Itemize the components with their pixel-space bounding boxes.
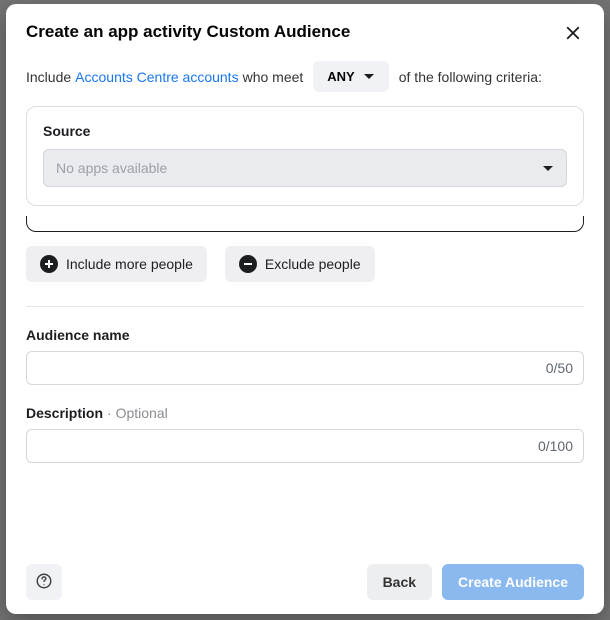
- audience-name-label: Audience name: [26, 327, 584, 343]
- section-divider: [26, 306, 584, 307]
- create-audience-button[interactable]: Create Audience: [442, 564, 584, 600]
- criteria-mode-label: ANY: [327, 69, 354, 84]
- footer-actions: Back Create Audience: [367, 564, 584, 600]
- plus-icon: [40, 255, 58, 273]
- include-criteria-line: Include Accounts Centre accounts who mee…: [26, 61, 584, 92]
- criteria-group-bottom: [26, 216, 584, 232]
- audience-name-label-text: Audience name: [26, 327, 129, 343]
- exclude-label: Exclude people: [265, 256, 361, 272]
- audience-name-input[interactable]: 0/50: [26, 351, 584, 385]
- description-label-text: Description: [26, 405, 103, 421]
- include-more-label: Include more people: [66, 256, 193, 272]
- description-label: Description · Optional: [26, 405, 584, 421]
- include-suffix: of the following criteria:: [399, 69, 542, 85]
- audience-name-block: Audience name 0/50: [26, 327, 584, 385]
- close-button[interactable]: [562, 22, 584, 47]
- chevron-down-icon: [542, 160, 554, 176]
- people-action-row: Include more people Exclude people: [26, 246, 584, 282]
- source-placeholder: No apps available: [56, 160, 167, 176]
- help-icon: [35, 572, 53, 593]
- modal-footer: Back Create Audience: [26, 554, 584, 600]
- source-label: Source: [43, 123, 567, 139]
- source-card: Source No apps available: [26, 106, 584, 206]
- description-input[interactable]: 0/100: [26, 429, 584, 463]
- description-block: Description · Optional 0/100: [26, 405, 584, 463]
- criteria-mode-dropdown[interactable]: ANY: [313, 61, 388, 92]
- include-middle: who meet: [243, 69, 304, 85]
- chevron-down-icon: [363, 69, 375, 84]
- include-more-people-button[interactable]: Include more people: [26, 246, 207, 282]
- minus-icon: [239, 255, 257, 273]
- description-optional: · Optional: [107, 405, 168, 421]
- include-prefix: Include: [26, 69, 71, 85]
- description-counter: 0/100: [538, 438, 573, 454]
- source-select[interactable]: No apps available: [43, 149, 567, 187]
- help-button[interactable]: [26, 564, 62, 600]
- exclude-people-button[interactable]: Exclude people: [225, 246, 375, 282]
- back-button[interactable]: Back: [367, 564, 432, 600]
- close-icon: [564, 30, 582, 45]
- create-audience-modal: Create an app activity Custom Audience I…: [6, 4, 604, 614]
- modal-title: Create an app activity Custom Audience: [26, 22, 350, 42]
- accounts-centre-link[interactable]: Accounts Centre accounts: [75, 69, 238, 85]
- audience-name-counter: 0/50: [546, 360, 573, 376]
- modal-header: Create an app activity Custom Audience: [26, 22, 584, 47]
